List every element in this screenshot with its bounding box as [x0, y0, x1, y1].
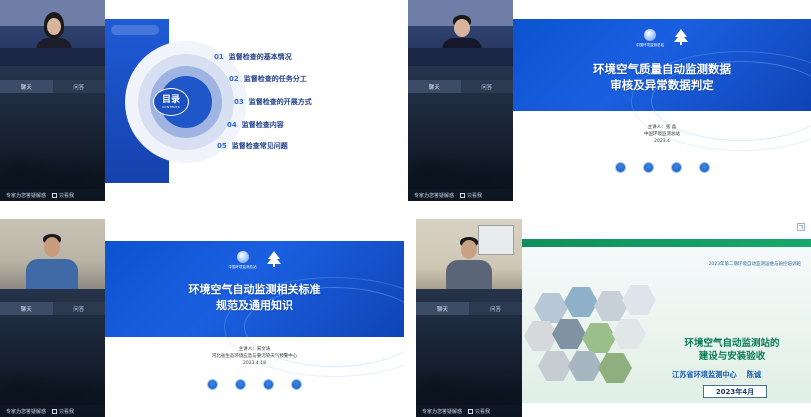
expert-label: 专家为您答疑解惑	[6, 408, 47, 415]
video-panel-1[interactable]: 聊天 问答 专家为您答疑解惑 只看我 目录 CONTENTS 01 监督检查的基本…	[0, 0, 404, 201]
chat-tabs: 聊天 问答	[416, 302, 522, 315]
topic-icon	[698, 162, 710, 173]
topic-icon	[263, 379, 274, 390]
logo-row: 中国环境监测总站	[513, 29, 811, 48]
tab-chat[interactable]: 聊天	[408, 80, 461, 93]
globe-icon	[644, 29, 656, 41]
toc-item: 02 监督检查的任务分工	[229, 75, 307, 83]
speaker-org: 江苏省环境监测中心 陈诚	[672, 370, 762, 379]
tab-chat[interactable]: 聊天	[0, 302, 53, 315]
org-logo: 中国环境监测总站	[636, 29, 664, 48]
globe-icon	[236, 251, 249, 263]
topic-icon	[291, 379, 302, 390]
slide-title-line2: 审核及异常数据判定	[610, 78, 714, 92]
chat-rail: 聊天 问答 专家为您答疑解惑 只看我	[416, 219, 522, 417]
fullscreen-icon[interactable]	[797, 223, 805, 231]
speaker-camera[interactable]	[408, 0, 513, 66]
logo-row: 中国环境监测总站	[105, 251, 404, 270]
presentation-slide: 中国环境监测总站 环境空气自动监测相关标准 规范及通用知识 主讲人：宋文涛 河北…	[105, 219, 404, 417]
cloud-graphic	[111, 25, 159, 35]
background-scenery	[416, 278, 522, 417]
slide-title-band: 中国环境监测总站 环境空气自动监测相关标准 规范及通用知识	[105, 241, 404, 377]
toc-item: 05 监督检查常见问题	[217, 142, 288, 150]
video-panel-2[interactable]: 聊天 问答 专家为您答疑解惑 只看我 中国环境监测总站 环境空气质量自动监测数据…	[408, 0, 811, 201]
video-panel-3[interactable]: 聊天 问答 专家为您答疑解惑 只看我 中国环境监测总站 环境空气自动监测相关标准…	[0, 219, 404, 417]
slide-title-band: 中国环境监测总站 环境空气质量自动监测数据 审核及异常数据判定	[513, 19, 811, 151]
slide-title-line1: 环境空气质量自动监测数据	[593, 62, 731, 76]
topic-icon	[670, 162, 682, 173]
tab-qa[interactable]: 问答	[52, 80, 105, 93]
only-me-checkbox[interactable]: 只看我	[460, 192, 482, 199]
checkbox-icon	[468, 408, 474, 414]
topic-icon	[207, 379, 218, 390]
speaker-avatar	[446, 235, 492, 289]
toc-item: 04 监督检查内容	[227, 121, 284, 129]
topic-icon	[614, 162, 626, 173]
presentation-slide: 中国环境监测总站 环境空气质量自动监测数据 审核及异常数据判定 主讲人：张 晶 …	[513, 0, 811, 201]
expert-label: 专家为您答疑解惑	[6, 192, 47, 199]
toc-item: 03 监督检查的开展方式	[234, 98, 312, 106]
chat-tabs: 聊天 问答	[0, 302, 105, 315]
tab-chat[interactable]: 聊天	[416, 302, 469, 315]
slide-body: 2023年第二期环境自动监测运维与质控培训班 环境空气自动监测站的 建设与安装验…	[522, 239, 811, 403]
topic-icon	[235, 379, 246, 390]
chat-footer: 专家为您答疑解惑 只看我	[408, 189, 513, 201]
speaker-avatar	[26, 233, 78, 289]
station-photo-collage	[524, 285, 660, 403]
tab-qa[interactable]: 问答	[460, 80, 513, 93]
tree-logo-icon	[266, 251, 281, 267]
slide-date: 2023年4月	[703, 385, 767, 398]
chat-rail: 聊天 问答 专家为您答疑解惑 只看我	[0, 219, 105, 417]
speaker-camera[interactable]	[416, 219, 522, 289]
slide-title-line2: 规范及通用知识	[216, 299, 293, 312]
topic-icons	[513, 162, 811, 173]
chat-footer: 专家为您答疑解惑 只看我	[0, 189, 105, 201]
chat-footer: 专家为您答疑解惑 只看我	[0, 405, 105, 417]
toc-item: 01 监督检查的基本情况	[214, 53, 292, 61]
background-scenery	[0, 278, 105, 417]
speaker-camera[interactable]	[0, 219, 105, 289]
speaker-camera[interactable]	[0, 0, 105, 66]
contents-badge: 目录 CONTENTS	[153, 88, 189, 116]
chat-rail: 聊天 问答 专家为您答疑解惑 只看我	[0, 0, 105, 201]
training-subtitle: 2023年第二期环境自动监测运维与质控培训班	[708, 262, 801, 267]
topic-icon	[642, 162, 654, 173]
only-me-checkbox[interactable]: 只看我	[52, 192, 74, 199]
presentation-slide: 目录 CONTENTS 01 监督检查的基本情况 02 监督检查的任务分工 03 监督…	[105, 0, 404, 201]
video-panel-4[interactable]: 聊天 问答 专家为您答疑解惑 只看我 2023年第二期环境自动监测运维与质控培训…	[416, 219, 811, 417]
checkbox-icon	[52, 192, 58, 198]
tab-chat[interactable]: 聊天	[0, 80, 53, 93]
slide-title: 环境空气自动监测站的 建设与安装验收	[684, 338, 780, 362]
chat-tabs: 聊天 问答	[408, 80, 513, 93]
slide-speaker-info: 主讲人：张 晶 中国环境监测总站 2023.4	[644, 125, 680, 144]
slide-title-line1: 环境空气自动监测相关标准	[188, 283, 321, 296]
expert-label: 专家为您答疑解惑	[422, 408, 463, 415]
checkbox-icon	[52, 408, 58, 414]
only-me-checkbox[interactable]: 只看我	[52, 408, 74, 415]
topic-icons	[105, 379, 404, 390]
slide-speaker-info: 主讲人：宋文涛 河北省生态环境应急与重污染天气预警中心 2023.4.18	[211, 347, 298, 366]
conference-grid: 聊天 问答 专家为您答疑解惑 只看我 目录 CONTENTS 01 监督检查的基本…	[0, 0, 811, 417]
tab-qa[interactable]: 问答	[469, 302, 522, 315]
tree-logo-icon	[674, 29, 688, 45]
chat-footer: 专家为您答疑解惑 只看我	[416, 405, 522, 417]
presentation-slide: 2023年第二期环境自动监测运维与质控培训班 环境空气自动监测站的 建设与安装验…	[522, 219, 811, 417]
org-logo: 中国环境监测总站	[229, 251, 257, 270]
checkbox-icon	[460, 192, 466, 198]
only-me-checkbox[interactable]: 只看我	[468, 408, 490, 415]
expert-label: 专家为您答疑解惑	[414, 192, 455, 199]
tab-qa[interactable]: 问答	[52, 302, 105, 315]
chat-tabs: 聊天 问答	[0, 80, 105, 93]
chat-rail: 聊天 问答 专家为您答疑解惑 只看我	[408, 0, 513, 201]
